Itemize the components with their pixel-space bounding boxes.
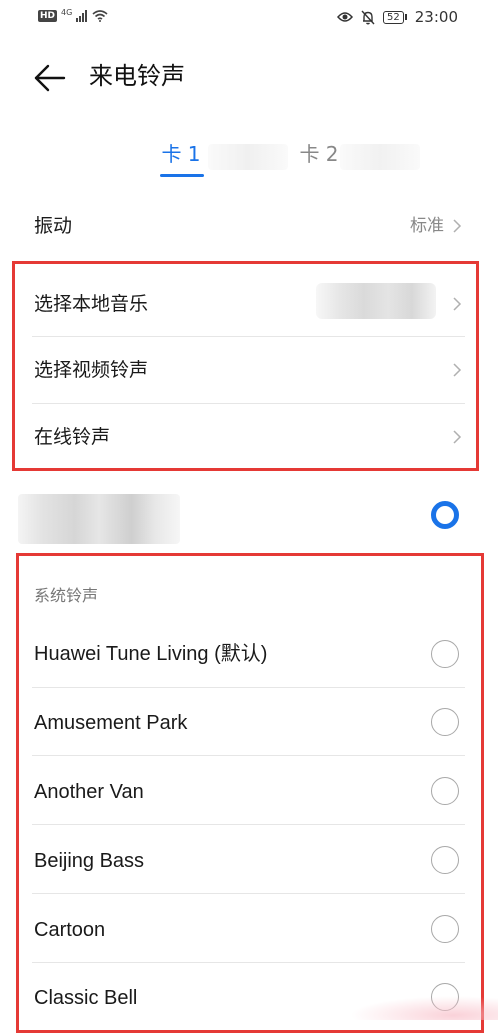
blurred-region [208,144,288,170]
ringtone-radio[interactable] [431,846,459,874]
hd-badge: HD [38,10,58,22]
mute-bell-icon [361,10,375,24]
divider [32,336,465,337]
app-header: 来电铃声 [0,48,498,108]
status-left: HD 4G [38,7,108,22]
blurred-current-ringtone [18,494,180,544]
divider [32,755,465,756]
status-bar: HD 4G 52 23:00 [0,0,498,38]
blurred-region [340,144,420,170]
chevron-right-icon [453,297,462,311]
online-ringtone-row[interactable]: 在线铃声 [32,423,466,453]
ringtone-label[interactable]: Huawei Tune Living (默认) [34,640,267,668]
tab-indicator [160,174,204,177]
ringtone-radio[interactable] [431,777,459,805]
chevron-right-icon [453,430,462,444]
eye-icon [337,12,354,22]
ringtone-label[interactable]: Amusement Park [34,709,187,737]
page-title: 来电铃声 [89,62,185,90]
vibration-label: 振动 [34,215,73,237]
signal-icon [76,10,88,22]
status-time: 23:00 [414,8,458,26]
video-ringtone-label: 选择视频铃声 [34,359,149,381]
battery-level: 52 [383,10,404,24]
current-ringtone-radio[interactable] [431,501,459,529]
ringtone-radio[interactable] [431,915,459,943]
video-ringtone-row[interactable]: 选择视频铃声 [32,356,466,386]
local-music-label: 选择本地音乐 [34,293,149,315]
ringtone-label[interactable]: Another Van [34,778,144,806]
tab-sim-2[interactable]: 卡 2 [296,138,342,170]
divider [32,403,465,404]
divider [32,962,465,963]
wifi-icon [92,10,108,22]
battery-icon: 52 [383,10,407,24]
online-ringtone-label: 在线铃声 [34,426,111,448]
tab-sim-1[interactable]: 卡 1 [158,138,204,170]
ringtone-radio[interactable] [431,640,459,668]
divider [32,824,465,825]
ringtone-label[interactable]: Cartoon [34,916,105,944]
vibration-value: 标准 [410,216,444,236]
decorative-overlay [350,996,498,1020]
ringtone-radio[interactable] [431,708,459,736]
ringtone-label[interactable]: Classic Bell [34,984,137,1012]
blurred-region [316,283,436,319]
ringtone-label[interactable]: Beijing Bass [34,847,144,875]
chevron-right-icon [453,219,462,233]
divider [32,893,465,894]
status-right: 52 23:00 [337,8,458,26]
vibration-row[interactable]: 振动 标准 [32,212,466,242]
section-title-system-ringtones: 系统铃声 [34,586,99,605]
back-arrow-icon[interactable] [32,62,68,94]
network-type: 4G [61,7,73,17]
chevron-right-icon [453,363,462,377]
divider [32,687,465,688]
